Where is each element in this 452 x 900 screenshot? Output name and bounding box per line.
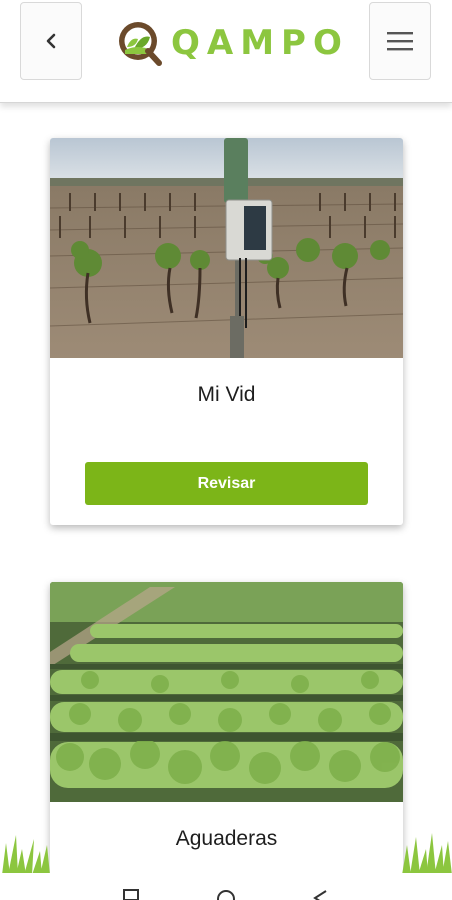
farm-card: Aguaderas [50, 582, 403, 873]
chevron-left-icon [46, 33, 56, 49]
hamburger-menu-icon [387, 32, 413, 51]
farm-card: Mi Vid Revisar [50, 138, 403, 525]
brand-name: QAMPO [171, 23, 349, 63]
lettuce-field-photo [50, 582, 403, 802]
card-title: Aguaderas [175, 827, 278, 850]
vineyard-photo [50, 138, 403, 358]
card-title: Mi Vid [197, 383, 256, 406]
menu-button[interactable] [369, 2, 431, 80]
app-logo: QAMPO [117, 20, 349, 66]
recents-icon[interactable] [123, 889, 139, 900]
farm-list: Mi Vid Revisar Aguaderas [0, 103, 452, 873]
review-button[interactable]: Revisar [85, 462, 368, 505]
back-icon[interactable] [312, 889, 328, 900]
system-navigation-bar [0, 873, 452, 900]
app-header: QAMPO [0, 0, 452, 103]
grass-decoration-right [402, 833, 452, 875]
grass-decoration-left [2, 835, 50, 875]
home-icon[interactable] [216, 889, 236, 900]
qampo-logo-icon [119, 22, 162, 66]
back-button[interactable] [20, 2, 82, 80]
